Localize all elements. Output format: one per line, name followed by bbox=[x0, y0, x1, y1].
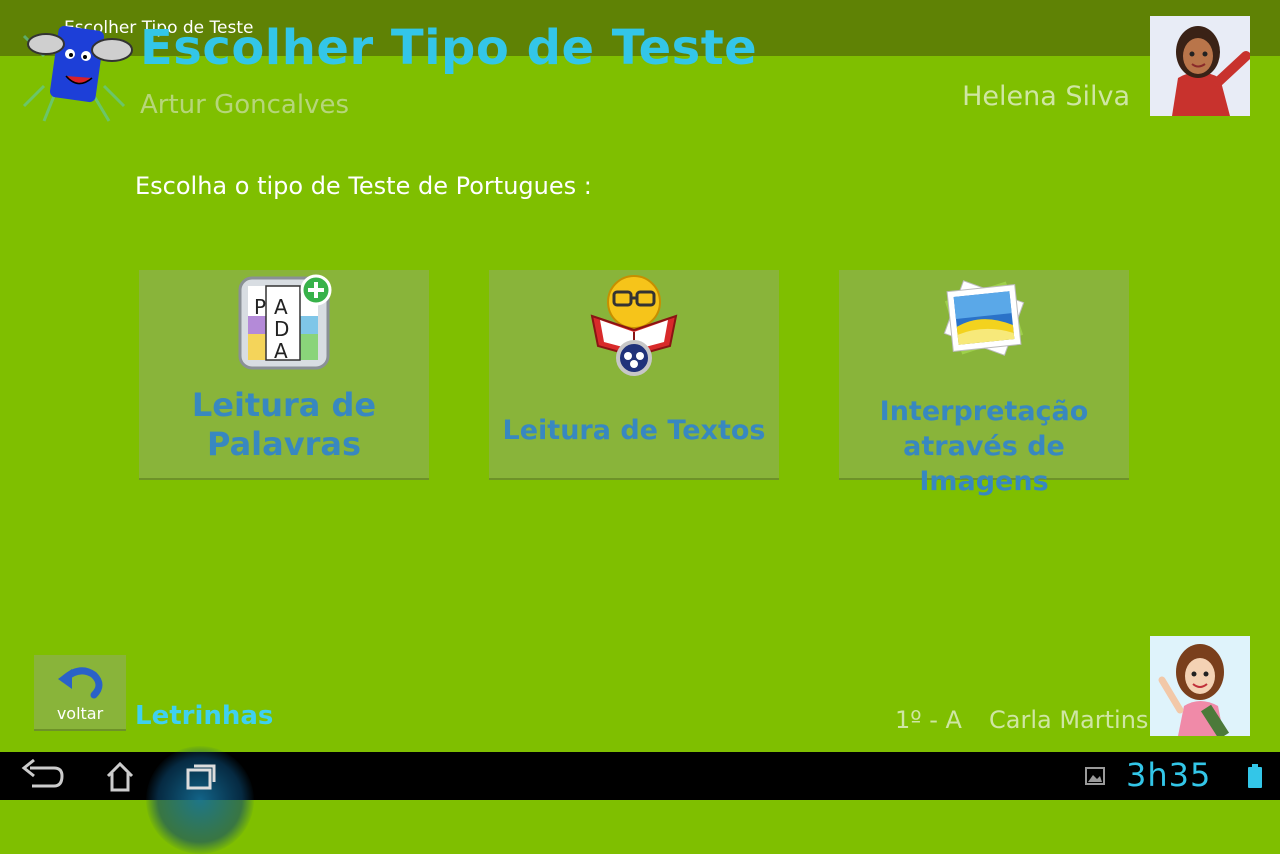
svg-text:A: A bbox=[274, 295, 288, 319]
nav-recent-apps-icon[interactable] bbox=[170, 756, 230, 796]
back-button-label: voltar bbox=[56, 704, 104, 723]
system-clock: 3h35 bbox=[1126, 756, 1212, 794]
option-label: Leitura de Palavras bbox=[139, 386, 429, 464]
reading-book-icon bbox=[590, 275, 678, 376]
option-label-line: Interpretação bbox=[879, 396, 1089, 427]
svg-text:D: D bbox=[274, 317, 289, 341]
app-brand: Letrinhas bbox=[135, 701, 274, 731]
svg-text:P: P bbox=[254, 295, 266, 319]
user-name: Carla Martins bbox=[989, 706, 1149, 734]
app-logo-icon bbox=[22, 25, 133, 122]
student-name: Artur Goncalves bbox=[140, 90, 350, 120]
nav-home-icon[interactable] bbox=[90, 756, 150, 796]
teacher-name: Helena Silva bbox=[962, 81, 1130, 112]
class-name: 1º - A bbox=[895, 706, 962, 734]
test-type-prompt: Escolha o tipo de Teste de Portugues : bbox=[135, 172, 592, 200]
teacher-avatar bbox=[1150, 16, 1250, 116]
user-avatar bbox=[1150, 636, 1250, 736]
option-image-interpretation[interactable]: Interpretação através de Imagens bbox=[839, 270, 1129, 497]
option-label: Interpretação através de Imagens bbox=[839, 394, 1129, 499]
page-title: Escolher Tipo de Teste bbox=[140, 20, 758, 76]
option-text-reading[interactable]: Leitura de Textos bbox=[489, 270, 779, 480]
system-nav-bar bbox=[0, 746, 1280, 854]
option-label-line: Palavras bbox=[206, 425, 362, 464]
word-puzzle-icon: P A D A bbox=[238, 274, 332, 370]
option-label: Leitura de Textos bbox=[489, 415, 779, 448]
battery-icon bbox=[1248, 764, 1262, 788]
undo-arrow-icon bbox=[58, 667, 103, 699]
photos-icon bbox=[943, 280, 1025, 356]
nav-back-icon[interactable] bbox=[10, 756, 70, 796]
back-button[interactable]: voltar bbox=[34, 655, 126, 731]
option-label-line: Leitura de Textos bbox=[502, 415, 766, 446]
option-label-line: Leitura de bbox=[191, 386, 377, 424]
option-word-reading[interactable]: P A D A Leitura de Palavras bbox=[139, 270, 429, 480]
gallery-notification-icon bbox=[1085, 767, 1105, 785]
option-label-line: através de Imagens bbox=[903, 431, 1065, 498]
svg-text:A: A bbox=[274, 339, 288, 363]
